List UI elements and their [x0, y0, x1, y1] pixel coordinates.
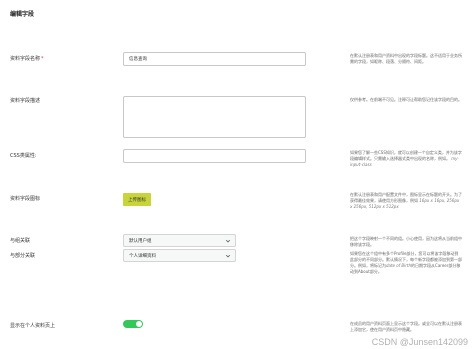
field-public-desc: 在成员的用户资料页面上显示这个字段。或全可以在默认注册表上添加它，使在用户资料页…	[350, 321, 462, 332]
chevron-down-icon	[225, 239, 231, 243]
chevron-down-icon	[225, 254, 231, 258]
field-section-label: 与部分关联	[10, 253, 36, 259]
field-css-input[interactable]	[123, 149, 306, 163]
field-name-label: 资料字段名称*	[10, 55, 44, 62]
field-css-label: CSS类属性:	[10, 153, 37, 159]
toggle-knob	[136, 321, 142, 327]
field-css-desc: 如果您了解一些CSS知识，就可以创建一个自定义类，并为该字段编辑样式。只需输入选…	[350, 150, 462, 168]
field-desc-label: 资料字段描述	[10, 98, 41, 104]
group-select[interactable]: 默认用户组	[123, 234, 236, 247]
section-select[interactable]: 个人详细资料	[123, 249, 236, 262]
group-select-value: 默认用户组	[129, 238, 152, 244]
field-css-desc-text: 如果您了解一些CSS知识，就可以创建一个自定义类，并为该字段编辑样式。只需输入选…	[350, 150, 462, 161]
watermark: CSDN @Junsen142099	[371, 337, 468, 347]
field-name-input[interactable]: 信息查询	[123, 52, 306, 66]
field-name-value: 信息查询	[129, 57, 147, 62]
field-icon-label: 资料字段图标	[10, 196, 41, 202]
field-group-desc: 把这个字段映射一个不同的组。小心使用，因为这将从当前组中移除该字段。	[350, 236, 462, 247]
field-description-textarea[interactable]	[123, 96, 306, 138]
page-title: 编辑字段	[10, 11, 35, 18]
field-name-desc: 在默认注册表和用户资料中出现的字段标题。这不适用于业务所需的字段，如昵称、段落、…	[350, 53, 462, 64]
section-select-value: 个人详细资料	[129, 253, 156, 259]
required-mark: *	[41, 56, 44, 62]
field-name-label-text: 资料字段名称	[10, 56, 41, 62]
upload-icon-button[interactable]: 上传图标	[123, 193, 151, 206]
field-section-desc-2: date of Birth	[386, 263, 412, 268]
field-group-label: 与组关联	[10, 238, 31, 244]
field-icon-desc: 在默认注册表和用户配置文件中，图标显示在标题的开头。为了获得最佳效果，请使用方形…	[350, 192, 462, 210]
field-description-desc: 仅供参考。在前端不可见。注释可让帮助您记住该字段的目的。	[350, 97, 462, 102]
show-on-profile-toggle[interactable]	[123, 320, 143, 328]
field-section-desc: 如果您在这个组中有多个Profile部分，您可以将该字段移动到此部分的不同部分。…	[350, 251, 462, 275]
field-public-label: 显示在个人资料页上	[10, 323, 56, 329]
